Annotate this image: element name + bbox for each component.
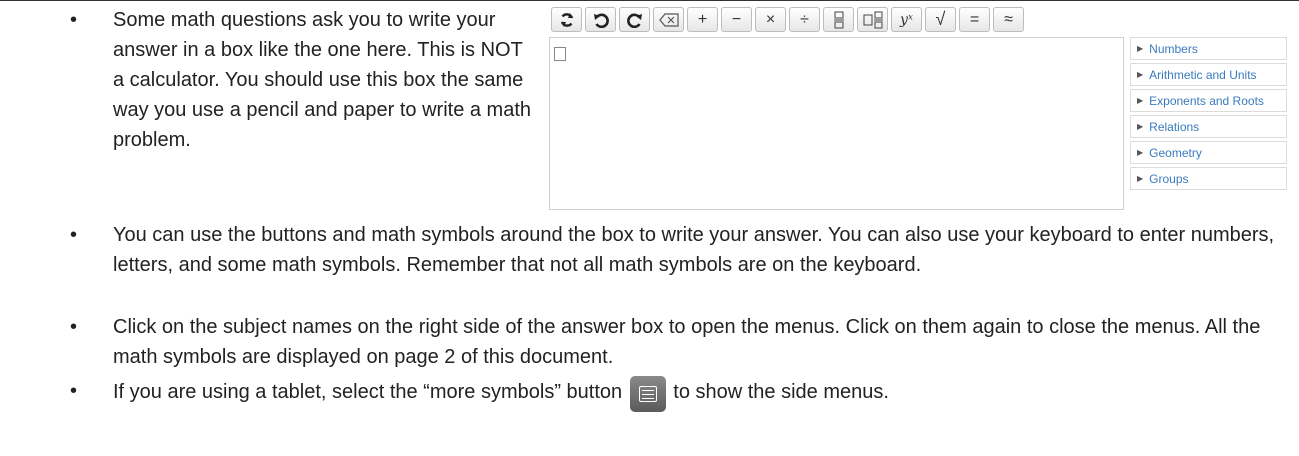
sqrt-button[interactable]: √	[925, 7, 956, 32]
top-rule	[0, 0, 1299, 1]
symbol-menu: ▶ Numbers ▶ Arithmetic and Units ▶ Exponent…	[1130, 37, 1287, 193]
menu-item-label: Relations	[1149, 119, 1200, 134]
mixed-fraction-icon[interactable]	[857, 7, 888, 32]
approx-button[interactable]: ≈	[993, 7, 1024, 32]
bullet-marker: •	[70, 380, 78, 402]
fraction-icon[interactable]	[823, 7, 854, 32]
bullet-marker: •	[70, 316, 78, 338]
menu-item-relations[interactable]: ▶ Relations	[1130, 115, 1287, 138]
bullet-marker: •	[70, 224, 78, 246]
backspace-icon[interactable]	[653, 7, 684, 32]
equals-button[interactable]: =	[959, 7, 990, 32]
menu-item-label: Numbers	[1149, 41, 1198, 56]
menu-item-arithmetic-and-units[interactable]: ▶ Arithmetic and Units	[1130, 63, 1287, 86]
caret-right-icon: ▶	[1137, 96, 1144, 105]
redo-icon[interactable]	[619, 7, 650, 32]
menu-item-label: Arithmetic and Units	[1149, 67, 1257, 82]
menu-item-label: Groups	[1149, 171, 1189, 186]
menu-item-geometry[interactable]: ▶ Geometry	[1130, 141, 1287, 164]
input-placeholder-box	[554, 47, 566, 61]
tablet-text-after: to show the side menus.	[673, 381, 889, 403]
undo-icon[interactable]	[585, 7, 616, 32]
answer-input-box[interactable]	[549, 37, 1124, 210]
paragraph-buttons-and-keyboard: You can use the buttons and math symbols…	[113, 224, 1275, 276]
menu-item-numbers[interactable]: ▶ Numbers	[1130, 37, 1287, 60]
menu-item-label: Geometry	[1149, 145, 1202, 160]
exponent-button[interactable]: yˣ	[891, 7, 922, 32]
paragraph-tablet: If you are using a tablet, select the “m…	[113, 376, 1283, 412]
divide-button[interactable]: ÷	[789, 7, 820, 32]
caret-right-icon: ▶	[1137, 44, 1144, 53]
tablet-text-before: If you are using a tablet, select the “m…	[113, 381, 623, 403]
minus-button[interactable]: −	[721, 7, 752, 32]
caret-right-icon: ▶	[1137, 148, 1144, 157]
menu-item-label: Exponents and Roots	[1149, 93, 1264, 108]
math-toolbar: + − × ÷ yˣ √ = ≈	[551, 7, 1024, 34]
bullet-marker: •	[70, 9, 78, 31]
reload-icon[interactable]	[551, 7, 582, 32]
more-symbols-icon	[629, 376, 666, 412]
caret-right-icon: ▶	[1137, 174, 1144, 183]
caret-right-icon: ▶	[1137, 70, 1144, 79]
caret-right-icon: ▶	[1137, 122, 1144, 131]
menu-item-exponents-and-roots[interactable]: ▶ Exponents and Roots	[1130, 89, 1287, 112]
paragraph-subject-menus: Click on the subject names on the right …	[113, 316, 1261, 368]
menu-item-groups[interactable]: ▶ Groups	[1130, 167, 1287, 190]
paragraph-answer-box-intro: Some math questions ask you to write you…	[113, 9, 532, 151]
plus-button[interactable]: +	[687, 7, 718, 32]
times-button[interactable]: ×	[755, 7, 786, 32]
